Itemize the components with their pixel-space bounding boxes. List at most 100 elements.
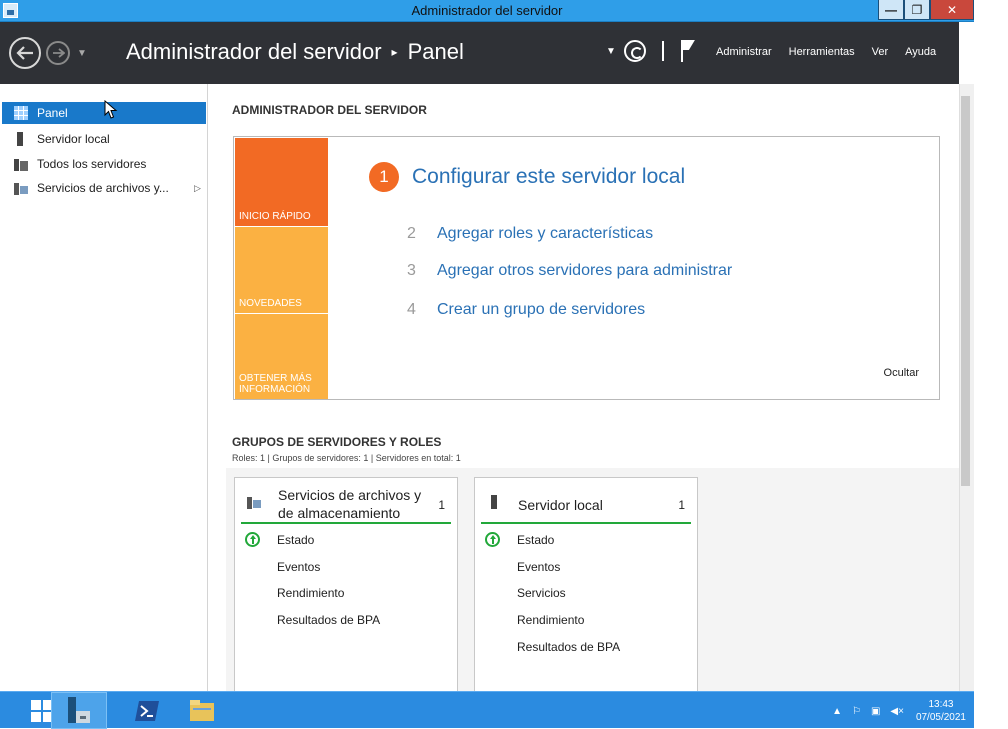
clock-date: 07/05/2021 — [915, 712, 966, 723]
forward-button[interactable] — [46, 41, 70, 65]
mouse-cursor-icon — [104, 100, 118, 119]
tile-row-estado[interactable]: Estado — [517, 533, 554, 547]
hide-quickstart-link[interactable]: Ocultar — [884, 367, 919, 379]
tile-row-eventos[interactable]: Eventos — [517, 560, 560, 574]
step-number: 3 — [407, 262, 416, 279]
minimize-button[interactable]: — — [878, 0, 904, 20]
menu-ver[interactable]: Ver — [872, 46, 889, 58]
tab-inicio-rapido[interactable]: INICIO RÁPIDO — [235, 138, 328, 226]
refresh-dropdown-icon[interactable]: ▼ — [606, 46, 616, 57]
quickstart-step-4[interactable]: 4 Crear un grupo de servidores — [407, 301, 645, 319]
window-controls: — ❐ ✕ — [878, 0, 974, 20]
quickstart-step-1[interactable]: 1 Configurar este servidor local — [369, 162, 685, 192]
step-link[interactable]: Configurar este servidor local — [412, 165, 685, 189]
step-number-badge: 1 — [369, 162, 399, 192]
tile-row-eventos[interactable]: Eventos — [277, 560, 320, 574]
show-hidden-icons-icon[interactable]: ▲ — [832, 706, 842, 717]
taskbar-powershell[interactable] — [119, 692, 175, 729]
server-icon — [14, 132, 28, 146]
menu-ayuda[interactable]: Ayuda — [905, 46, 936, 58]
tile-row-bpa[interactable]: Resultados de BPA — [277, 613, 380, 627]
server-icon — [491, 495, 497, 509]
refresh-icon[interactable] — [623, 40, 646, 62]
groups-section-title: GRUPOS DE SERVIDORES Y ROLES — [232, 435, 442, 449]
breadcrumb-root[interactable]: Administrador del servidor — [126, 39, 382, 65]
sidebar-item-label: Todos los servidores — [37, 157, 147, 171]
breadcrumb: Administrador del servidor ▸ Panel — [126, 39, 464, 65]
windows-logo-icon — [31, 699, 53, 722]
taskbar: ▲ ⚐ ▣ ◀× 13:43 07/05/2021 — [0, 691, 974, 729]
menu-herramientas[interactable]: Herramientas — [789, 46, 855, 58]
close-button[interactable]: ✕ — [930, 0, 974, 20]
system-tray: ▲ ⚐ ▣ ◀× 13:43 07/05/2021 — [822, 696, 966, 726]
server-manager-icon — [68, 696, 90, 723]
header-tools: ▼ — [606, 40, 696, 62]
window-title: Administrador del servidor — [411, 3, 563, 18]
taskbar-server-manager[interactable] — [51, 692, 107, 729]
breadcrumb-current: Panel — [407, 39, 464, 64]
tab-obtener-mas-informacion[interactable]: OBTENER MÁS INFORMACIÓN — [235, 314, 328, 399]
taskbar-clock[interactable]: 13:43 07/05/2021 — [916, 698, 966, 724]
sidebar-item-label: Servidor local — [37, 132, 110, 146]
tile-header[interactable]: Servicios de archivos y de almacenamient… — [241, 484, 451, 524]
scrollbar-thumb[interactable] — [961, 96, 970, 486]
tile-row-rendimiento[interactable]: Rendimiento — [277, 586, 344, 600]
tile-title[interactable]: Servicios de archivos y de almacenamient… — [278, 486, 428, 522]
menu-administrar[interactable]: Administrar — [716, 46, 772, 58]
close-icon: ✕ — [946, 2, 958, 17]
window-titlebar[interactable]: Administrador del servidor — ❐ ✕ — [0, 0, 974, 22]
navigation-sidebar: Panel Servidor local Todos los servidore… — [0, 84, 208, 691]
minimize-icon: — — [885, 2, 897, 17]
app-header: ▼ Administrador del servidor ▸ Panel ▼ A… — [0, 22, 959, 84]
step-link[interactable]: Crear un grupo de servidores — [437, 301, 645, 319]
action-center-icon[interactable]: ⚐ — [852, 706, 861, 717]
restore-icon: ❐ — [911, 2, 923, 17]
step-number: 2 — [407, 225, 416, 242]
back-button[interactable] — [9, 37, 41, 69]
folder-icon — [190, 699, 214, 721]
sidebar-item-servidor-local[interactable]: Servidor local — [2, 128, 206, 150]
clock-time: 13:43 — [928, 699, 954, 710]
tile-row-estado[interactable]: Estado — [277, 533, 314, 547]
status-ok-icon — [245, 532, 260, 547]
role-tile-file-services[interactable]: Servicios de archivos y de almacenamient… — [234, 477, 458, 697]
taskbar-file-explorer[interactable] — [174, 692, 230, 729]
maximize-button[interactable]: ❐ — [904, 0, 930, 20]
tile-count: 1 — [678, 498, 685, 512]
file-services-icon — [247, 497, 261, 509]
sidebar-item-label: Servicios de archivos y... — [37, 181, 169, 195]
file-services-icon — [14, 181, 28, 195]
status-ok-icon — [485, 532, 500, 547]
volume-muted-icon[interactable]: ◀× — [890, 706, 904, 717]
quickstart-step-2[interactable]: 2 Agregar roles y características — [407, 225, 653, 243]
role-tile-local-server[interactable]: Servidor local 1 Estado Eventos Servicio… — [474, 477, 698, 697]
sidebar-item-servicios-archivos[interactable]: Servicios de archivos y... ▷ — [2, 177, 206, 199]
toolbar-divider — [661, 41, 664, 61]
tile-title[interactable]: Servidor local — [518, 496, 668, 514]
dashboard-grid-icon — [14, 106, 28, 120]
network-icon[interactable]: ▣ — [871, 706, 880, 717]
step-link[interactable]: Agregar roles y características — [437, 225, 653, 243]
tab-novedades[interactable]: NOVEDADES — [235, 227, 328, 313]
quickstart-panel: INICIO RÁPIDO NOVEDADES OBTENER MÁS INFO… — [233, 136, 940, 400]
servers-icon — [14, 157, 28, 171]
sidebar-item-label: Panel — [37, 106, 68, 120]
breadcrumb-separator-icon: ▸ — [391, 45, 398, 59]
sidebar-item-todos-servidores[interactable]: Todos los servidores — [2, 153, 206, 175]
header-menus: Administrar Herramientas Ver Ayuda — [716, 46, 953, 58]
tile-row-rendimiento[interactable]: Rendimiento — [517, 613, 584, 627]
tile-header[interactable]: Servidor local 1 — [481, 484, 691, 524]
quickstart-step-3[interactable]: 3 Agregar otros servidores para administ… — [407, 262, 732, 280]
expand-arrow-icon[interactable]: ▷ — [194, 183, 201, 194]
page-title: ADMINISTRADOR DEL SERVIDOR — [232, 103, 427, 117]
step-link[interactable]: Agregar otros servidores para administra… — [437, 262, 732, 280]
notifications-flag-icon[interactable] — [680, 40, 696, 62]
history-dropdown-icon[interactable]: ▼ — [77, 48, 87, 59]
powershell-icon — [135, 700, 159, 721]
forward-arrow-icon — [52, 48, 65, 58]
tile-count: 1 — [438, 498, 445, 512]
groups-summary: Roles: 1 | Grupos de servidores: 1 | Ser… — [232, 453, 461, 463]
tile-row-bpa[interactable]: Resultados de BPA — [517, 640, 620, 654]
step-number: 4 — [407, 301, 416, 318]
tile-row-servicios[interactable]: Servicios — [517, 586, 566, 600]
